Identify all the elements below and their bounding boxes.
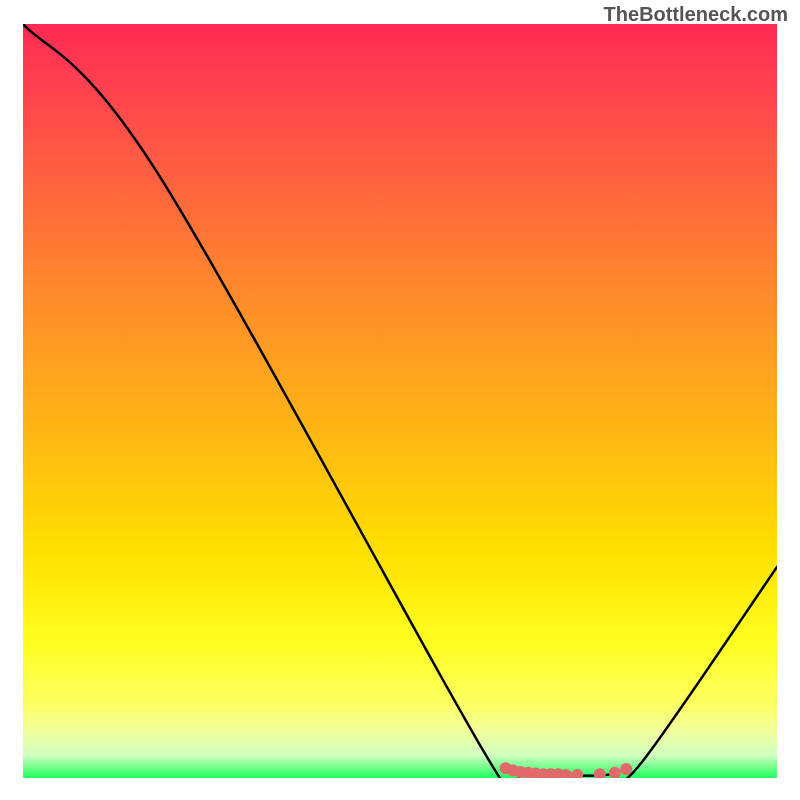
marker-point — [609, 767, 621, 778]
curve-line — [23, 24, 777, 778]
marker-point — [594, 768, 606, 778]
marker-cluster — [500, 762, 633, 778]
chart-container — [23, 24, 777, 778]
chart-svg — [23, 24, 777, 778]
marker-point — [571, 769, 583, 778]
watermark-text: TheBottleneck.com — [604, 4, 788, 27]
marker-point — [620, 763, 632, 775]
